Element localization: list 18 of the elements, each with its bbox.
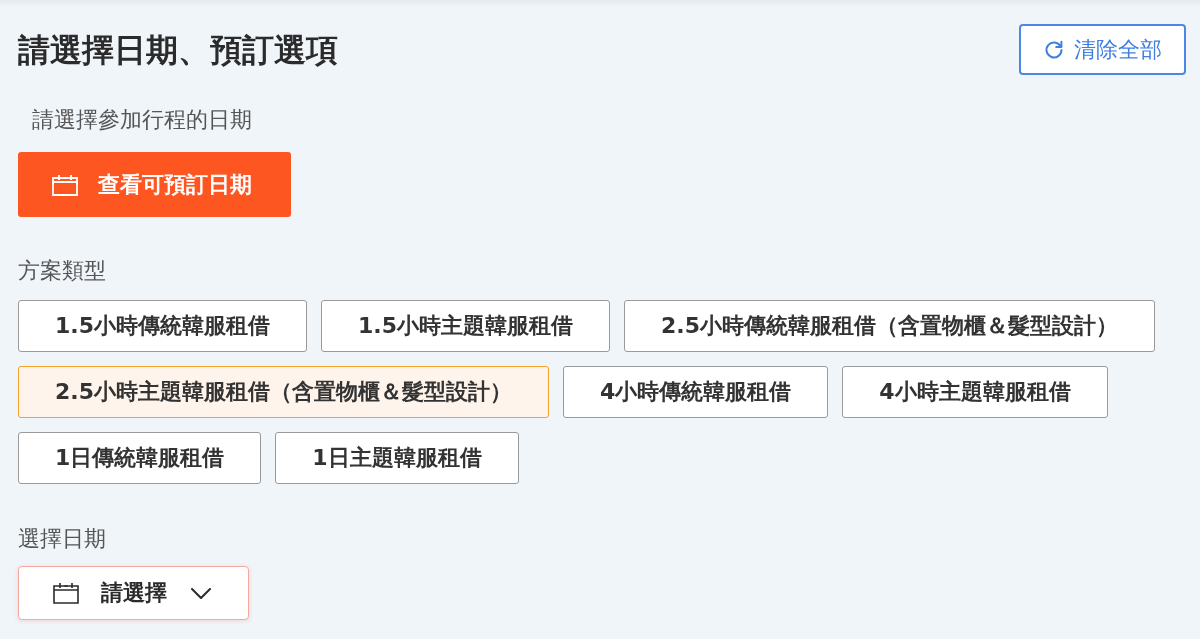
refresh-icon bbox=[1043, 39, 1064, 60]
plan-option-button[interactable]: 1日主題韓服租借 bbox=[275, 432, 519, 484]
select-date-label: 選擇日期 bbox=[18, 525, 107, 553]
chevron-down-icon bbox=[191, 587, 211, 599]
plan-type-label: 方案類型 bbox=[18, 257, 107, 285]
calendar-icon bbox=[53, 582, 79, 604]
date-dropdown[interactable]: 請選擇 bbox=[18, 566, 249, 620]
clear-all-button[interactable]: 清除全部 bbox=[1019, 24, 1186, 75]
plan-option-button[interactable]: 1日傳統韓服租借 bbox=[18, 432, 262, 484]
plan-option-button[interactable]: 2.5小時主題韓服租借（含置物櫃＆髮型設計） bbox=[18, 366, 549, 418]
plan-option-button[interactable]: 4小時傳統韓服租借 bbox=[563, 366, 829, 418]
page-title: 請選擇日期、預訂選項 bbox=[18, 29, 338, 71]
plan-option-button[interactable]: 1.5小時傳統韓服租借 bbox=[18, 300, 307, 352]
plan-option-button[interactable]: 1.5小時主題韓服租借 bbox=[321, 300, 610, 352]
date-prompt-text: 請選擇參加行程的日期 bbox=[31, 106, 253, 134]
plan-option-button[interactable]: 4小時主題韓服租借 bbox=[842, 366, 1108, 418]
plan-option-button[interactable]: 2.5小時傳統韓服租借（含置物櫃＆髮型設計） bbox=[623, 300, 1155, 352]
calendar-icon bbox=[52, 173, 78, 196]
